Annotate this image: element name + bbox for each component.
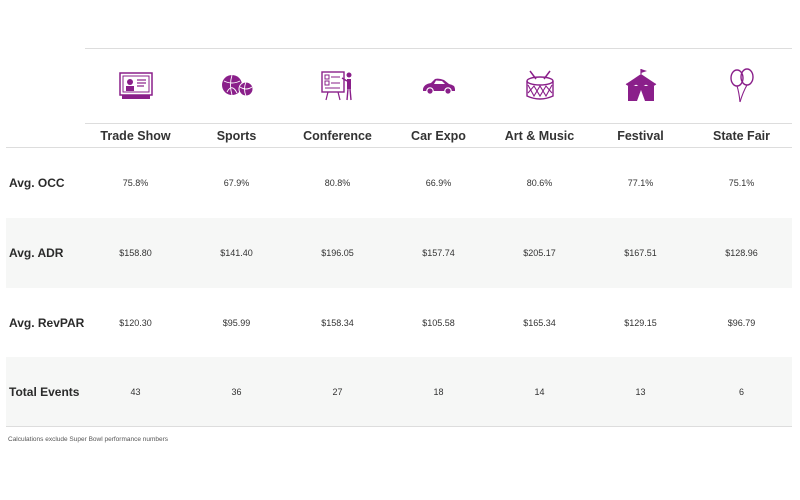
icon-cell-art-music [489,49,590,123]
icon-cell-sports [186,49,287,123]
table-bottom-divider [6,426,792,427]
table-cell: 75.1% [728,178,755,188]
column-header-art-music: Art & Music [504,129,575,143]
sports-balls-icon [221,74,253,97]
row-label: Avg. RevPAR [9,316,85,330]
table-cell: $196.05 [321,248,354,258]
table-cell: 80.6% [526,178,553,188]
trade-show-booth-icon [118,72,153,99]
table-cell: $165.34 [523,318,556,328]
table-row-avg-revpar: Avg. RevPAR $120.30 $95.99 $158.34 $105.… [6,288,792,358]
column-header-festival: Festival [617,129,664,143]
icon-row [85,49,792,123]
column-headers: Trade Show Sports Conference Car Expo Ar… [85,124,792,148]
table-cell: 75.8% [122,178,149,188]
table-cell: $128.96 [725,248,758,258]
footnote: Calculations exclude Super Bowl performa… [8,436,169,443]
drum-icon [525,70,554,100]
table-row-avg-adr: Avg. ADR $158.80 $141.40 $196.05 $157.74… [6,218,792,288]
column-header-conference: Conference [303,129,372,143]
row-label: Total Events [9,385,80,399]
icon-cell-car-expo [388,49,489,123]
table-cell: $105.58 [422,318,455,328]
column-header-trade-show: Trade Show [100,129,171,143]
icon-cell-festival [590,49,691,123]
table-cell: $96.79 [727,318,756,328]
column-header-car-expo: Car Expo [411,129,466,143]
icon-cell-conference [287,49,388,123]
table-cell: 27 [332,387,343,397]
column-header-state-fair: State Fair [713,129,770,143]
icon-cell-state-fair [691,49,792,123]
table-cell: $158.80 [119,248,152,258]
circus-tent-icon [625,69,656,101]
table-cell: $157.74 [422,248,455,258]
table-cell: 13 [635,387,646,397]
table-cell: $141.40 [220,248,253,258]
table-cell: 14 [534,387,545,397]
conference-presenter-icon [320,71,352,101]
table-cell: $158.34 [321,318,354,328]
column-header-sports: Sports [216,129,257,143]
table-cell: 36 [231,387,242,397]
table-cell: $120.30 [119,318,152,328]
row-label: Avg. OCC [9,176,65,190]
table-cell: 67.9% [223,178,250,188]
balloons-icon [729,68,754,103]
car-icon [422,78,455,95]
table-cell: $167.51 [624,248,657,258]
table-cell: 77.1% [627,178,654,188]
table-cell: $129.15 [624,318,657,328]
table-cell: 18 [433,387,444,397]
table-cell: $95.99 [222,318,251,328]
table-cell: $205.17 [523,248,556,258]
table-row-total-events: Total Events 43 36 27 18 14 13 6 [6,357,792,427]
table-cell: 43 [130,387,141,397]
row-label: Avg. ADR [9,246,64,260]
table-row-avg-occ: Avg. OCC 75.8% 67.9% 80.8% 66.9% 80.6% 7… [6,148,792,218]
icon-cell-trade-show [85,49,186,123]
table-cell: 66.9% [425,178,452,188]
table-cell: 6 [738,387,744,397]
table-cell: 80.8% [324,178,351,188]
